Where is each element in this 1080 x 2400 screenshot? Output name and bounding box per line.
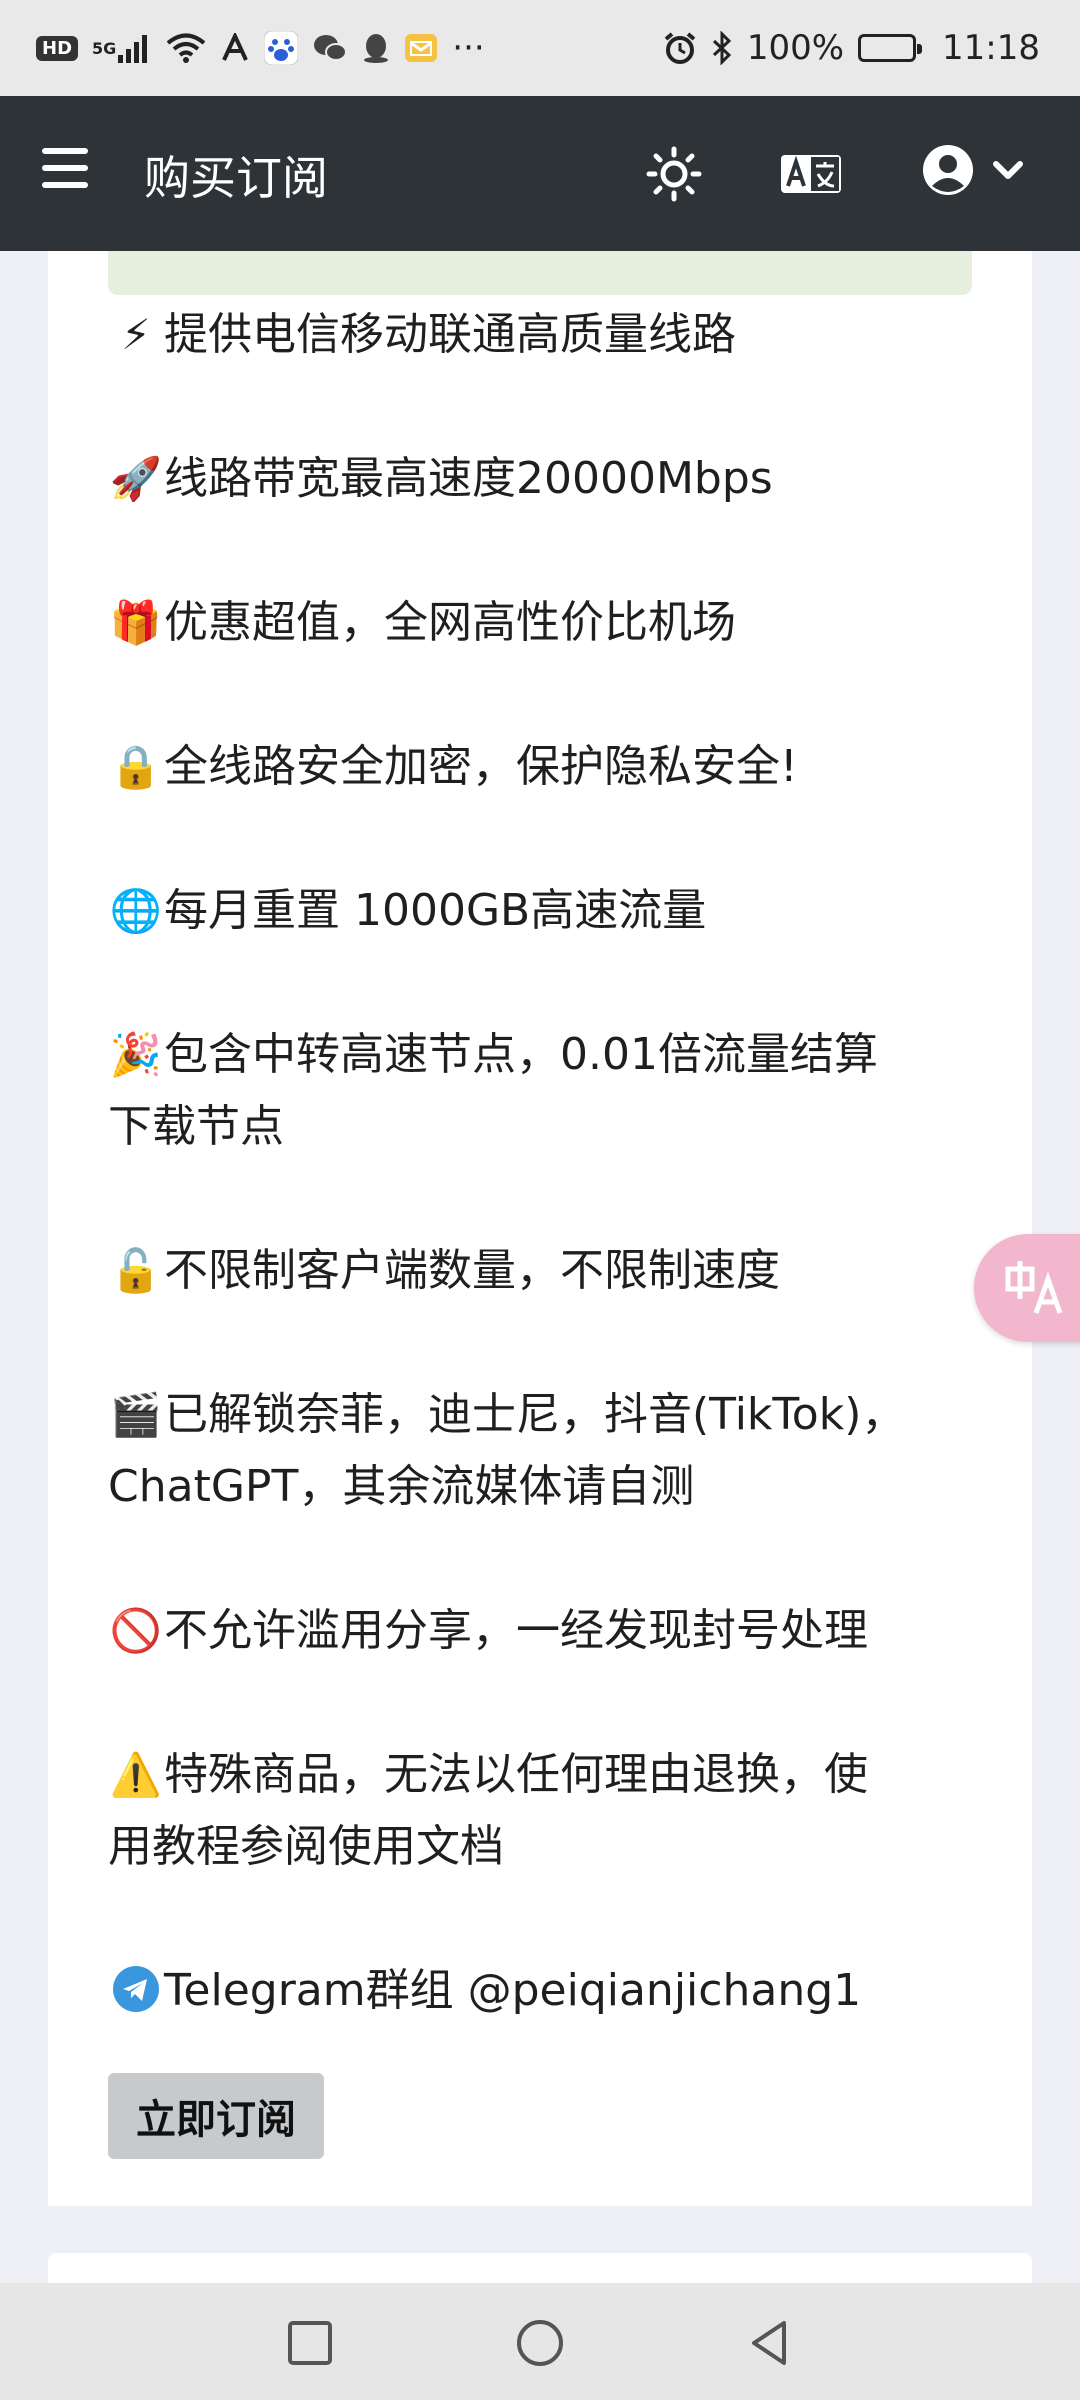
- menu-icon[interactable]: [42, 148, 88, 188]
- wifi-icon: [166, 28, 206, 68]
- translate-fab-icon: [1005, 1261, 1063, 1314]
- feature-line: 已解锁奈菲，迪士尼，抖音(TikTok)，: [164, 1389, 906, 1440]
- feature-item: 🌐 每月重置 1000GB高速流量: [108, 875, 988, 947]
- feature-text: 全线路安全加密，保护隐私安全!: [164, 741, 798, 792]
- feature-text: 线路带宽最高速度20000Mbps: [164, 453, 773, 504]
- feature-text: 包含中转高速节点，0.01倍流量结算下载节点: [108, 1019, 988, 1163]
- gift-icon: 🎁: [109, 598, 163, 647]
- unlock-icon: 🔓: [109, 1246, 163, 1295]
- feature-text: 优惠超值，全网高性价比机场: [164, 597, 736, 648]
- floating-translate-button[interactable]: [974, 1234, 1080, 1342]
- warning-icon: ⚠️: [109, 1750, 163, 1799]
- recent-apps-button[interactable]: [282, 2315, 338, 2371]
- feature-item: 🚫 不允许滥用分享，一经发现封号处理: [108, 1595, 988, 1667]
- more-icon: ···: [452, 28, 485, 68]
- telegram-link[interactable]: Telegram群组 @peiqianjichang1: [164, 1955, 988, 2027]
- feature-item: ⚠️ 特殊商品，无法以任何理由退换，使用教程参阅使用文档: [108, 1739, 988, 1883]
- rocket-icon: 🚀: [109, 454, 163, 503]
- hd-icon: HD: [36, 35, 79, 61]
- mail-icon: [404, 28, 438, 68]
- feature-line-continued: ChatGPT，其余流媒体请自测: [108, 1461, 695, 1512]
- wechat-icon: [312, 28, 348, 68]
- plan-card: ⚡ 提供电信移动联通高质量线路 🚀 线路带宽最高速度20000Mbps 🎁 优惠…: [48, 251, 1032, 2206]
- notice-box: [108, 251, 972, 295]
- feature-text: 已解锁奈菲，迪士尼，抖音(TikTok)， ChatGPT，其余流媒体请自测: [108, 1379, 988, 1523]
- feature-text: 每月重置 1000GB高速流量: [164, 885, 707, 936]
- feature-item: ✈ Telegram群组 @peiqianjichang1: [108, 1955, 988, 2027]
- chevron-down-icon: [993, 161, 1023, 179]
- lock-icon: 🔒: [109, 742, 163, 791]
- prohibited-icon: 🚫: [109, 1606, 163, 1655]
- globe-icon: 🌐: [109, 886, 163, 935]
- party-popper-icon: 🎉: [109, 1030, 163, 1079]
- app-icon-a: [220, 28, 250, 68]
- status-bar: HD 5G ··· 100% 11:18: [0, 0, 1080, 96]
- subscribe-button[interactable]: 立即订阅: [108, 2073, 324, 2159]
- battery-percent: 100%: [746, 28, 845, 68]
- home-button[interactable]: [512, 2315, 568, 2371]
- feature-item: 🚀 线路带宽最高速度20000Mbps: [108, 443, 988, 515]
- bluetooth-icon: [711, 28, 733, 68]
- 5g-signal-icon: 5G: [92, 28, 152, 68]
- lightning-icon: ⚡: [121, 310, 151, 359]
- system-nav-bar: [0, 2283, 1080, 2400]
- feature-item: 🎁 优惠超值，全网高性价比机场: [108, 587, 988, 659]
- feature-line: 包含中转高速节点，0.01倍流量结算: [164, 1029, 878, 1080]
- alarm-icon: [663, 28, 697, 68]
- clock: 11:18: [942, 28, 1040, 68]
- translate-icon[interactable]: [780, 154, 842, 194]
- network-label: 5G: [92, 38, 117, 58]
- user-menu[interactable]: [922, 144, 1024, 196]
- telegram-icon: ✈: [108, 1955, 164, 2027]
- battery-icon: [858, 34, 923, 62]
- feature-item: ⚡ 提供电信移动联通高质量线路: [108, 299, 988, 371]
- feature-line-continued: 用教程参阅使用文档: [108, 1821, 504, 1872]
- feature-item: 🔒 全线路安全加密，保护隐私安全!: [108, 731, 988, 803]
- qq-icon: [362, 28, 390, 68]
- user-avatar-icon: [923, 145, 973, 195]
- baidu-icon: [264, 28, 299, 68]
- status-left: HD 5G ···: [36, 28, 485, 68]
- feature-text: 特殊商品，无法以任何理由退换，使用教程参阅使用文档: [108, 1739, 988, 1883]
- feature-text: 提供电信移动联通高质量线路: [164, 309, 736, 360]
- feature-item: 🎬 已解锁奈菲，迪士尼，抖音(TikTok)， ChatGPT，其余流媒体请自测: [108, 1379, 988, 1523]
- feature-item: 🔓 不限制客户端数量，不限制速度: [108, 1235, 988, 1307]
- feature-text: 不允许滥用分享，一经发现封号处理: [164, 1605, 868, 1656]
- status-right: 100% 11:18: [663, 28, 1040, 68]
- feature-line: 特殊商品，无法以任何理由退换，使: [164, 1749, 868, 1800]
- feature-list: ⚡ 提供电信移动联通高质量线路 🚀 线路带宽最高速度20000Mbps 🎁 优惠…: [108, 299, 988, 2027]
- feature-text: 不限制客户端数量，不限制速度: [164, 1245, 780, 1296]
- feature-item: 🎉 包含中转高速节点，0.01倍流量结算下载节点: [108, 1019, 988, 1163]
- feature-line-continued: 下载节点: [108, 1101, 284, 1152]
- page-title: 购买订阅: [144, 151, 328, 205]
- clapper-board-icon: 🎬: [109, 1390, 163, 1439]
- theme-sun-icon[interactable]: [646, 146, 702, 202]
- app-navbar: 购买订阅: [0, 96, 1080, 251]
- back-button[interactable]: [742, 2315, 798, 2371]
